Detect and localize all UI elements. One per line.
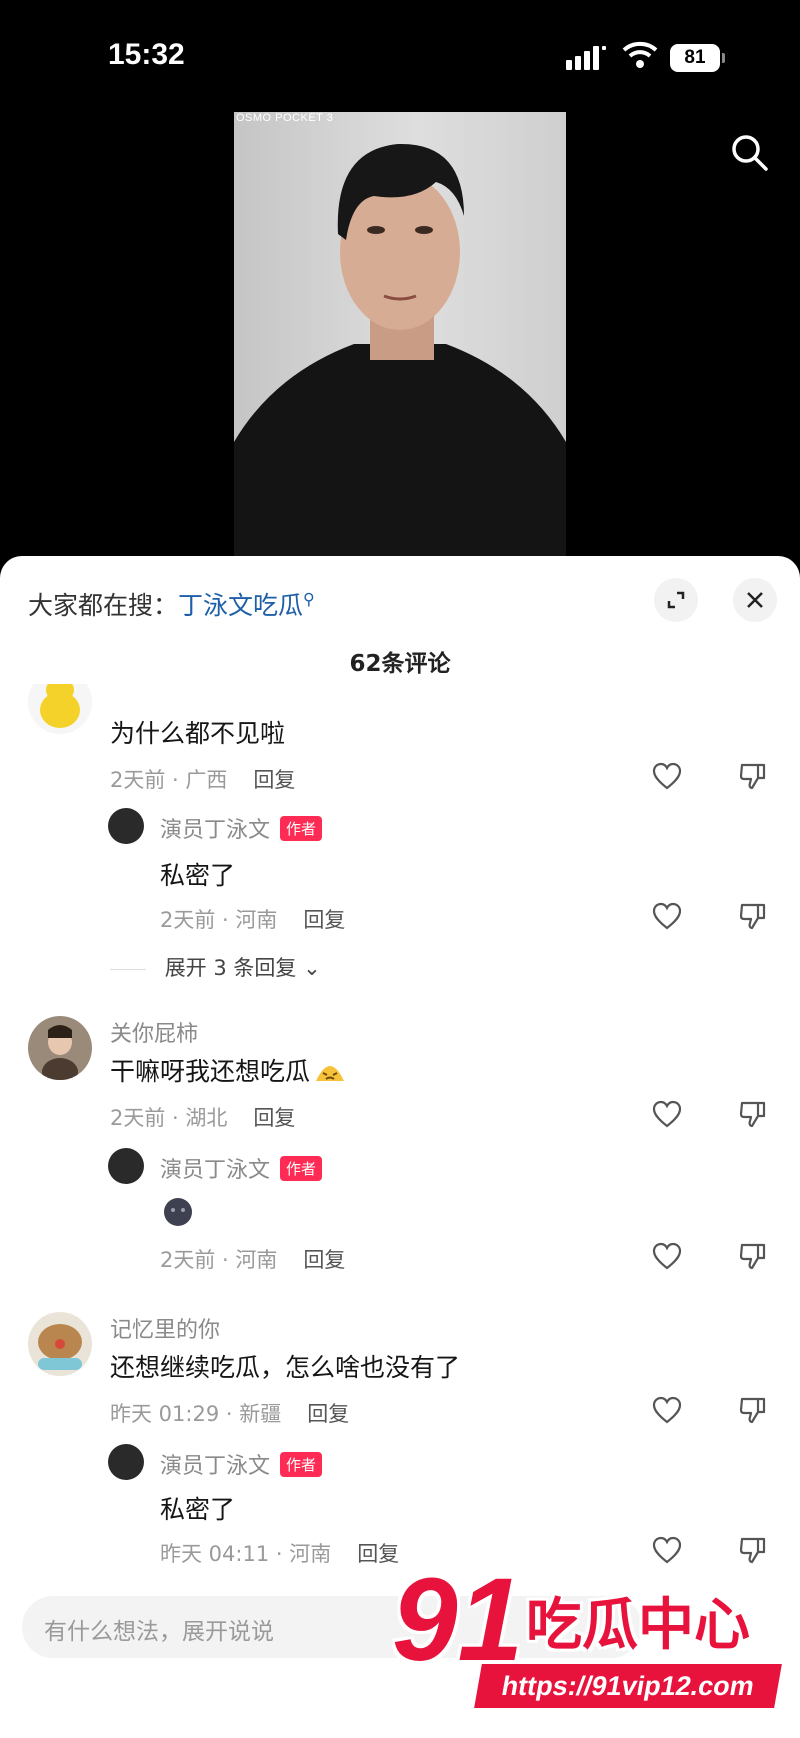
comment-time-location: 2天前 · 湖北 [110,1106,228,1130]
avatar-image [38,1324,82,1370]
trending-prefix: 大家都在搜： [28,591,179,620]
watermark-text: 吃瓜中心 [526,1593,750,1658]
like-heart-icon[interactable] [652,902,682,930]
video-player[interactable]: OSMO POCKET 3 [234,112,566,557]
comment-text: 为什么都不见啦 [110,719,286,748]
comment-meta: 2天前 · 广西 回复 [110,764,295,794]
reply-meta: 昨天 04:11 · 河南 回复 [160,1538,399,1568]
reply-username: 演员丁泳文 作者 [160,812,323,844]
comment-input-placeholder: 有什么想法，展开说说 [44,1619,274,1645]
reply-time-location: 2天前 · 河南 [160,1248,278,1272]
blob-emoji-icon [164,1198,192,1226]
author-badge: 作者 [280,1452,323,1477]
dislike-icon[interactable] [738,1396,766,1424]
reply-button[interactable]: 回复 [307,1402,349,1426]
chevron-down-icon: ⌄ [296,956,321,980]
avatar[interactable] [28,684,92,734]
reply-text: 私密了 [160,1495,236,1524]
reply-meta: 2天前 · 河南 回复 [160,1244,345,1274]
reply-username-text: 演员丁泳文 [160,818,271,843]
like-heart-icon[interactable] [652,1242,682,1270]
watermark-logo: 91 吃瓜中心 https://91vip12.com [392,1552,800,1738]
avatar-image [40,684,80,728]
camera-label: OSMO POCKET 3 [236,112,334,124]
expand-icon [667,591,685,609]
author-badge: 作者 [280,1156,323,1181]
avatar[interactable] [28,1312,92,1376]
reply-meta: 2天前 · 河南 回复 [160,904,345,934]
trending-link[interactable]: 丁泳文吃瓜 [178,591,303,620]
expand-button[interactable] [654,578,698,622]
comment-meta: 昨天 01:29 · 新疆 回复 [110,1398,349,1428]
status-time: 15:32 [108,38,185,71]
like-heart-icon[interactable] [652,1100,682,1128]
comment-time-location: 2天前 · 广西 [110,768,228,792]
avatar[interactable] [28,1016,92,1080]
dislike-icon[interactable] [738,1100,766,1128]
reply-button[interactable]: 回复 [253,768,295,792]
comment-username[interactable]: 关你屁柿 [110,1016,198,1048]
watermark-url: https://91vip12.com [474,1664,782,1708]
cellular-signal-icon [566,46,606,70]
like-heart-icon[interactable] [652,762,682,790]
comment-meta: 2天前 · 湖北 回复 [110,1102,295,1132]
reply-username: 演员丁泳文 作者 [160,1152,323,1184]
reply-time-location: 2天前 · 河南 [160,908,278,932]
reply-button[interactable]: 回复 [253,1106,295,1130]
reply-time-location: 昨天 04:11 · 河南 [160,1542,332,1566]
trending-search[interactable]: 大家都在搜：丁泳文吃瓜⚲ [28,586,315,622]
reply-button[interactable]: 回复 [303,908,345,932]
expand-replies-button[interactable]: 展开 3 条回复 ⌄ [110,952,321,982]
reply-username-text: 演员丁泳文 [160,1454,271,1479]
search-small-icon: ⚲ [303,589,315,609]
author-badge: 作者 [280,816,323,841]
comment-list[interactable]: 为什么都不见啦 2天前 · 广西 回复 演员丁泳文 作者 私密了 2天前 · 河南回… [0,684,800,1614]
person-video-frame [234,143,566,557]
dislike-icon[interactable] [738,762,766,790]
expand-replies-label: 展开 3 条回复 [164,956,297,980]
reply-username: 演员丁泳文 作者 [160,1448,323,1480]
close-icon [747,592,763,608]
close-button[interactable] [733,578,777,622]
wifi-icon [622,41,658,68]
comment-text: 干嘛呀我还想吃瓜 [110,1052,346,1088]
comment-username[interactable]: 记忆里的你 [110,1312,220,1344]
comment-count: 62条评论 [349,651,451,677]
author-avatar[interactable] [108,1148,144,1184]
author-avatar[interactable] [108,808,144,844]
comment-text: 还想继续吃瓜，怎么啥也没有了 [110,1353,461,1382]
reply-username-text: 演员丁泳文 [160,1158,271,1183]
dislike-icon[interactable] [738,1242,766,1270]
avatar-image [42,1025,78,1080]
search-icon[interactable] [730,133,770,173]
battery-indicator: 81 [670,44,725,72]
reply-text: 私密了 [160,861,236,890]
author-avatar[interactable] [108,1444,144,1480]
comment-time-location: 昨天 01:29 · 新疆 [110,1402,282,1426]
status-bar: 15:32 81 [0,0,800,110]
like-heart-icon[interactable] [652,1396,682,1424]
crying-emoji-icon [314,1055,346,1085]
reply-button[interactable]: 回复 [303,1248,345,1272]
comment-text-body: 干嘛呀我还想吃瓜 [110,1057,311,1086]
dislike-icon[interactable] [738,902,766,930]
